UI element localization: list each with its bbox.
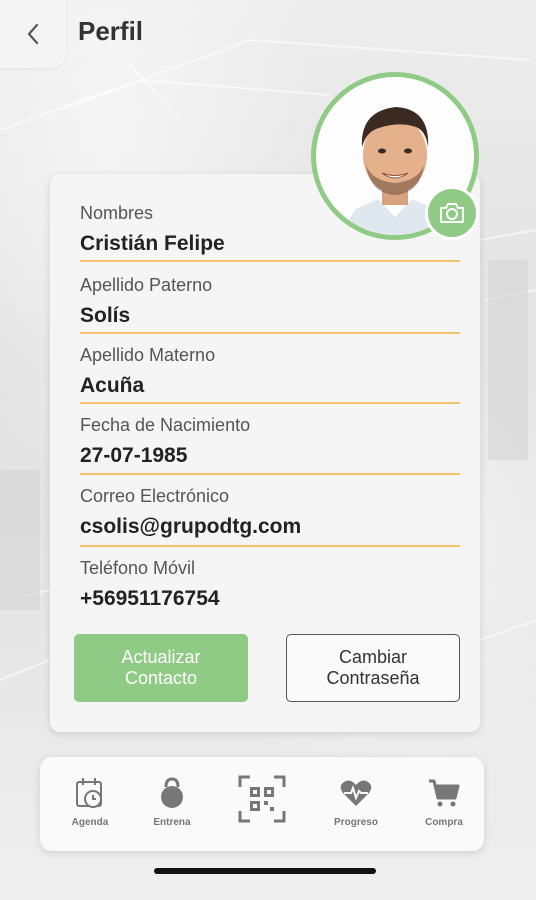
field-fecha-nacimiento[interactable]: Fecha de Nacimiento 27-07-1985: [80, 414, 460, 475]
calendar-clock-icon: [76, 778, 102, 808]
tab-entrena[interactable]: Entrena: [132, 773, 212, 839]
field-value: +56951176754: [80, 587, 220, 610]
change-password-button[interactable]: Cambiar Contraseña: [286, 634, 460, 702]
profile-card: Nombres Cristián Felipe Apellido Paterno…: [50, 174, 480, 732]
heart-pulse-icon: [340, 780, 372, 806]
tab-progreso[interactable]: Progreso: [316, 773, 396, 839]
update-contact-button[interactable]: Actualizar Contacto: [74, 634, 248, 702]
field-telefono[interactable]: Teléfono Móvil +56951176754: [80, 557, 460, 617]
field-label: Fecha de Nacimiento: [80, 415, 251, 435]
field-label: Teléfono Móvil: [80, 558, 196, 578]
bottom-tab-bar: Agenda Entrena Progreso Compra: [40, 757, 484, 851]
page-title: Perfil: [78, 16, 144, 46]
tab-label: Agenda: [71, 817, 109, 828]
field-value: Acuña: [80, 374, 145, 397]
tab-label: Compra: [425, 817, 463, 828]
camera-icon: [440, 203, 464, 223]
tab-label: Entrena: [153, 817, 191, 828]
field-apellido-materno[interactable]: Apellido Materno Acuña: [80, 344, 460, 404]
kettlebell-icon: [161, 777, 183, 808]
home-indicator: [154, 868, 376, 874]
field-value: Solís: [80, 304, 131, 327]
back-button[interactable]: [0, 0, 66, 68]
field-value: csolis@grupodtg.com: [80, 515, 302, 538]
cart-icon: [429, 779, 460, 807]
field-correo[interactable]: Correo Electrónico csolis@grupodtg.com: [80, 485, 460, 547]
field-label: Correo Electrónico: [80, 486, 230, 506]
tab-compra[interactable]: Compra: [404, 773, 484, 839]
tab-label: Progreso: [334, 817, 378, 828]
change-photo-button[interactable]: [425, 186, 479, 240]
field-apellido-paterno[interactable]: Apellido Paterno Solís: [80, 274, 460, 334]
chevron-left-icon: [27, 23, 39, 45]
field-label: Apellido Materno: [80, 345, 216, 365]
qr-code-icon: [238, 775, 286, 823]
field-label: Apellido Paterno: [80, 275, 213, 295]
field-value: 27-07-1985: [80, 444, 188, 467]
tab-agenda[interactable]: Agenda: [50, 773, 130, 839]
tab-qr[interactable]: [222, 773, 302, 839]
